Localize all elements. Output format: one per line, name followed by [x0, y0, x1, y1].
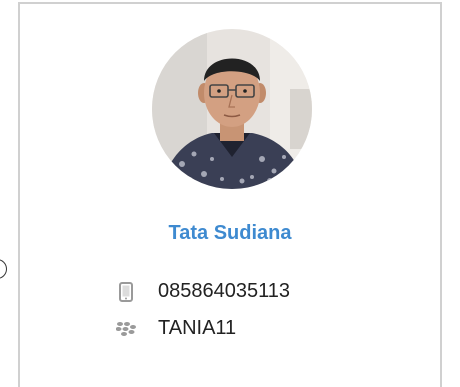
blackberry-icon	[116, 319, 136, 339]
phone-number: 085864035113	[158, 280, 290, 302]
partial-offscreen-element	[0, 259, 7, 279]
bbm-pin-row: TANIA11	[116, 317, 236, 340]
avatar-photo	[152, 29, 312, 189]
profile-card: Tata Sudiana 085864035113 TANIA11	[18, 2, 442, 387]
phone-row: 085864035113	[116, 280, 290, 303]
bbm-pin: TANIA11	[158, 317, 237, 339]
profile-name-link[interactable]: Tata Sudiana	[20, 222, 440, 245]
profile-avatar[interactable]	[152, 29, 312, 189]
mobile-phone-icon	[116, 281, 136, 302]
